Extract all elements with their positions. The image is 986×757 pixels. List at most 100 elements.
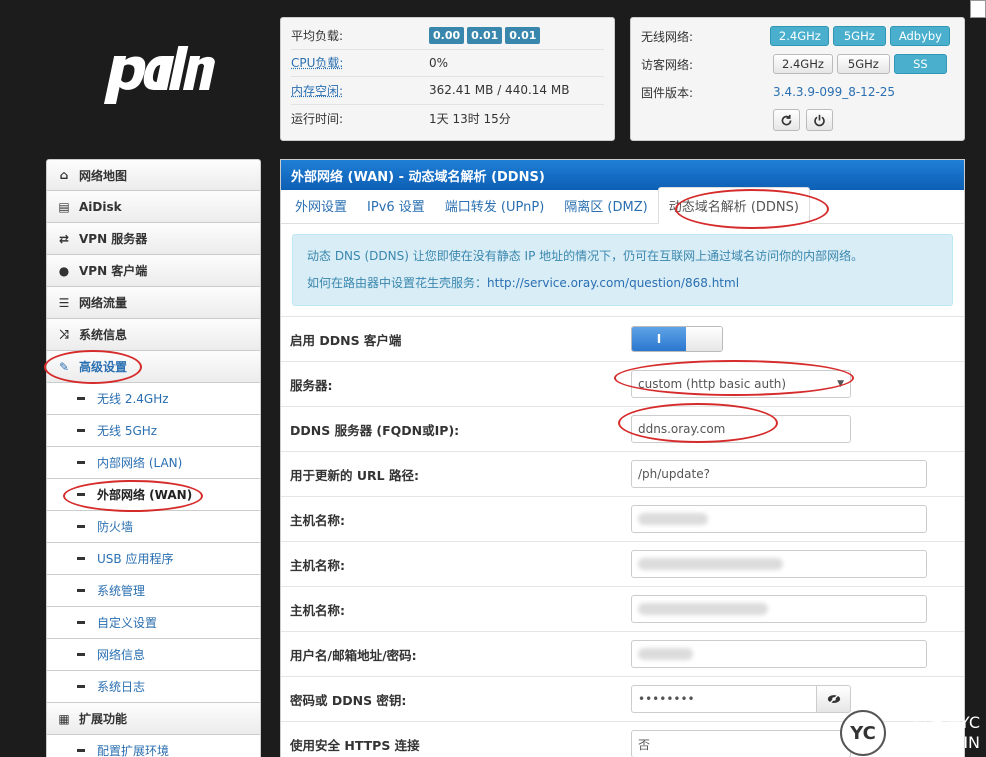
hostname-input-3[interactable] xyxy=(631,595,927,623)
username-row: 用户名/邮箱地址/密码: xyxy=(281,631,964,676)
chevron-down-icon: ▼ xyxy=(837,379,844,389)
adbyby-button[interactable]: Adbyby xyxy=(889,26,950,46)
list-icon: ☰ xyxy=(58,295,70,310)
sidebar-sub-usb[interactable]: USB 应用程序 xyxy=(46,543,261,575)
firmware-row: 固件版本: 3.4.3.9-099_8-12-25 xyxy=(641,78,954,106)
sidebar-sub-syslog[interactable]: 系统日志 xyxy=(46,671,261,703)
uptime-row: 运行时间: 1天 13时 15分 xyxy=(291,105,604,133)
sidebar-sub-label: 防火墙 xyxy=(97,520,134,534)
tab-port-forward[interactable]: 端口转发 (UPnP) xyxy=(435,188,554,223)
server-label: 服务器: xyxy=(290,377,333,393)
power-button[interactable] xyxy=(806,109,833,131)
tab-ddns[interactable]: 动态域名解析 (DDNS) xyxy=(657,187,810,224)
wrench-icon: ✎ xyxy=(58,359,70,374)
sidebar-sub-wireless-24[interactable]: 无线 2.4GHz xyxy=(46,383,261,415)
url-path-input[interactable]: /ph/update? xyxy=(631,460,927,488)
url-path-label: 用于更新的 URL 路径: xyxy=(290,467,419,483)
enable-ddns-row: 启用 DDNS 客户端 I xyxy=(281,316,964,361)
refresh-icon xyxy=(781,114,792,125)
sidebar-item-label: VPN 客户端 xyxy=(79,264,148,278)
sidebar-sub-ext-env[interactable]: 配置扩展环境 xyxy=(46,735,261,757)
hostname-label-1: 主机名称: xyxy=(290,512,345,528)
tab-ipv6[interactable]: IPv6 设置 xyxy=(357,188,435,223)
corner-widget xyxy=(970,0,986,18)
sidebar-sub-label: 无线 5GHz xyxy=(97,424,158,438)
eye-slash-icon xyxy=(827,694,840,704)
memory-value: 362.41 MB / 440.14 MB xyxy=(429,83,570,98)
sidebar-item-system-info[interactable]: ⤨ 系统信息 xyxy=(46,319,261,351)
reboot-button[interactable] xyxy=(773,109,800,131)
dash-icon xyxy=(77,589,85,592)
dash-icon xyxy=(77,653,85,656)
dash-icon xyxy=(77,685,85,688)
sidebar-sub-custom[interactable]: 自定义设置 xyxy=(46,607,261,639)
tab-dmz[interactable]: 隔离区 (DMZ) xyxy=(554,188,657,223)
sidebar-item-vpn-client[interactable]: ● VPN 客户端 xyxy=(46,255,261,287)
guest-24-button[interactable]: 2.4GHz xyxy=(773,54,833,74)
sidebar-item-aidisk[interactable]: ▤ AiDisk xyxy=(46,191,261,223)
wireless-label: 无线网络: xyxy=(641,29,694,44)
sidebar-item-label: 高级设置 xyxy=(79,360,128,374)
hostname-row-2: 主机名称: xyxy=(281,541,964,586)
sidebar-item-extensions[interactable]: ▦ 扩展功能 xyxy=(46,703,261,735)
hostname-input-2[interactable] xyxy=(631,550,927,578)
sidebar-item-label: 网络流量 xyxy=(79,296,128,310)
network-status-panel: 无线网络: 2.4GHz 5GHz Adbyby 访客网络: 2.4GHz 5G… xyxy=(630,17,965,141)
main-content: 外部网络 (WAN) - 动态域名解析 (DDNS) 外网设置 IPv6 设置 … xyxy=(280,159,965,757)
show-password-button[interactable] xyxy=(817,685,851,713)
oray-help-link[interactable]: http://service.oray.com/question/868.htm… xyxy=(487,276,739,290)
username-label: 用户名/邮箱地址/密码: xyxy=(290,647,417,663)
dash-icon xyxy=(77,525,85,528)
sidebar-item-label: AiDisk xyxy=(79,199,122,214)
power-icon xyxy=(814,114,825,126)
fqdn-input-value: ddns.oray.com xyxy=(638,422,726,436)
https-select[interactable]: 否 xyxy=(631,730,851,757)
wireless-5-button[interactable]: 5GHz xyxy=(832,26,886,46)
username-input[interactable] xyxy=(631,640,927,668)
tab-bar: 外网设置 IPv6 设置 端口转发 (UPnP) 隔离区 (DMZ) 动态域名解… xyxy=(281,187,964,224)
enable-ddns-toggle[interactable]: I xyxy=(631,326,723,352)
sidebar-item-vpn-server[interactable]: ⇄ VPN 服务器 xyxy=(46,223,261,255)
firmware-link[interactable]: 3.4.3.9-099_8-12-25 xyxy=(773,85,895,99)
sidebar-sub-label: 自定义设置 xyxy=(97,616,158,630)
secret-input[interactable]: •••••••• xyxy=(631,685,817,713)
uptime-label: 运行时间: xyxy=(291,111,344,126)
sidebar-item-traffic[interactable]: ☰ 网络流量 xyxy=(46,287,261,319)
sidebar-sub-admin[interactable]: 系统管理 xyxy=(46,575,261,607)
sidebar-item-network-map[interactable]: ⌂ 网络地图 xyxy=(46,159,261,191)
firmware-label: 固件版本: xyxy=(641,85,694,100)
fqdn-input[interactable]: ddns.oray.com xyxy=(631,415,851,443)
disk-icon: ▤ xyxy=(58,199,70,214)
load-badge-1: 0.00 xyxy=(429,26,465,44)
sidebar-sub-firewall[interactable]: 防火墙 xyxy=(46,511,261,543)
guest-row: 访客网络: 2.4GHz 5GHz SS xyxy=(641,50,954,78)
router-logo xyxy=(103,46,215,104)
guest-5-button[interactable]: 5GHz xyxy=(836,54,890,74)
redacted-value xyxy=(638,648,693,660)
memory-label-link[interactable]: 内存空闲: xyxy=(291,82,429,99)
tab-wan-settings[interactable]: 外网设置 xyxy=(285,188,357,223)
redacted-value xyxy=(638,603,768,615)
cpu-label-link[interactable]: CPU负载: xyxy=(291,54,429,71)
info-text: 动态 DNS (DDNS) 让您即使在没有静态 IP 地址的情况下，仍可在互联网… xyxy=(307,249,864,263)
redacted-value xyxy=(638,513,708,525)
globe-icon: ● xyxy=(58,263,70,278)
load-badge-5: 0.01 xyxy=(467,26,503,44)
sidebar-item-label: VPN 服务器 xyxy=(79,232,148,246)
server-select[interactable]: custom (http basic auth) ▼ xyxy=(631,370,851,398)
sidebar-sub-netinfo[interactable]: 网络信息 xyxy=(46,639,261,671)
https-select-value: 否 xyxy=(638,737,651,752)
watermark-line2: YCYC.WIN xyxy=(902,733,980,752)
sidebar-sub-label: 无线 2.4GHz xyxy=(97,392,169,406)
dash-icon xyxy=(77,749,85,752)
ss-button[interactable]: SS xyxy=(893,54,947,74)
sidebar-sub-wan[interactable]: 外部网络 (WAN) xyxy=(46,479,261,511)
sidebar-sub-lan[interactable]: 内部网络 (LAN) xyxy=(46,447,261,479)
hostname-input-1[interactable] xyxy=(631,505,927,533)
system-status-panel: 平均负载: 0.00 0.01 0.01 CPU负载: 0% 内存空闲: 362.4… xyxy=(280,17,615,141)
dash-icon xyxy=(77,621,85,624)
wireless-24-button[interactable]: 2.4GHz xyxy=(769,26,829,46)
uptime-value: 1天 13时 15分 xyxy=(429,111,511,126)
sidebar-item-advanced[interactable]: ✎ 高级设置 xyxy=(46,351,261,383)
sidebar-sub-wireless-5[interactable]: 无线 5GHz xyxy=(46,415,261,447)
